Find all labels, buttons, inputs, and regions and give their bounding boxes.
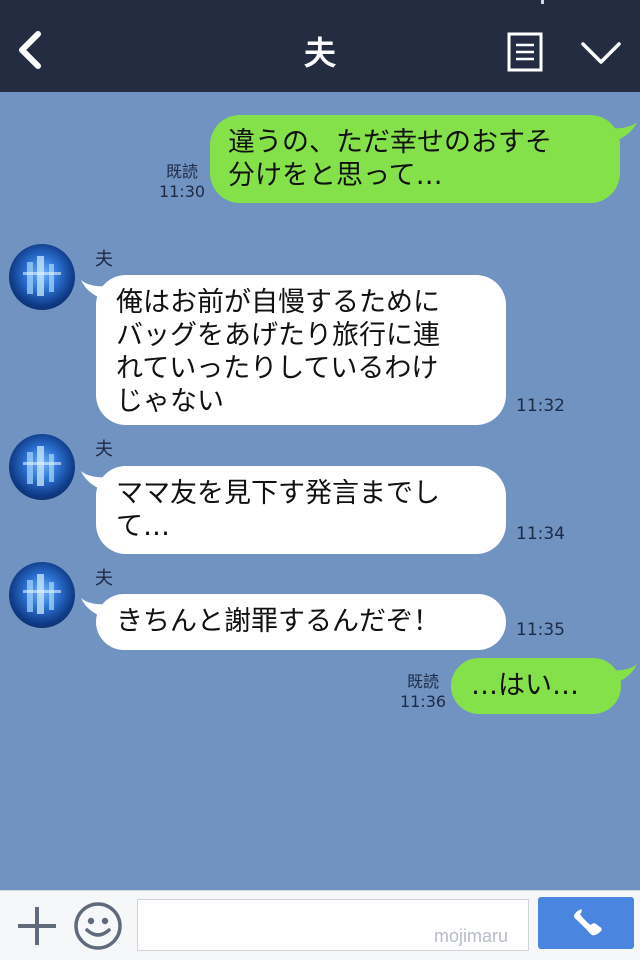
watermark: mojimaru [434,926,509,946]
phone-icon [574,909,602,936]
message-time: 11:30 [158,182,206,201]
bubble-tail [81,598,112,620]
their-message-bubble[interactable]: 俺はお前が自慢するために バッグをあげたり旅行に連 れていったりしているわけ じ… [96,275,506,425]
sender-name: 夫 [95,568,113,589]
avatar-image [23,446,61,486]
bubble-tail [606,664,637,686]
bubble-tail [81,471,112,493]
message-time: 11:35 [516,620,565,640]
status-indicator [541,0,544,4]
plus-icon[interactable] [14,903,60,949]
avatar[interactable] [9,434,75,500]
avatar[interactable] [9,562,75,628]
chat-title: 夫 [303,34,336,72]
chevron-down-icon[interactable] [580,40,622,66]
read-receipt: 既読 [406,672,439,691]
read-receipt: 既読 [165,162,198,181]
list-icon[interactable] [507,32,543,72]
avatar-image [23,256,61,296]
message-time: 11:34 [516,524,565,544]
chat-area[interactable]: 既読 11:30 違うの、ただ幸せのおすそ 分けをと思って… 夫 俺はお前が自慢… [0,92,640,890]
chat-header: 夫 [0,0,640,92]
message-text: 俺はお前が自慢するために バッグをあげたり旅行に連 れていったりしているわけ じ… [116,287,440,417]
bubble-tail [81,280,112,302]
message-time: 11:36 [399,692,447,711]
their-message-bubble[interactable]: ママ友を見下す発言までし て… [96,466,506,554]
their-message-bubble[interactable]: きちんと謝罪するんだぞ！ [96,594,506,650]
message-meta: 既読 11:36 [397,672,449,712]
input-bar: mojimaru [0,890,640,960]
smiley-icon[interactable] [72,900,124,952]
sender-name: 夫 [95,439,113,460]
my-message-bubble[interactable]: 違うの、ただ幸せのおすそ 分けをと思って… [210,115,620,203]
message-text: ママ友を見下す発言までし て… [116,478,440,542]
message-text: …はい… [471,670,579,701]
avatar[interactable] [9,244,75,310]
bubble-tail [606,122,637,144]
message-text: きちんと謝罪するんだぞ！ [116,606,440,637]
call-button[interactable] [538,897,634,949]
message-time: 11:32 [516,396,565,416]
sender-name: 夫 [95,249,113,270]
message-meta: 既読 11:30 [156,162,208,202]
message-text: 違うの、ただ幸せのおすそ 分けをと思って… [228,127,552,191]
my-message-bubble[interactable]: …はい… [451,658,621,714]
avatar-image [23,574,61,614]
